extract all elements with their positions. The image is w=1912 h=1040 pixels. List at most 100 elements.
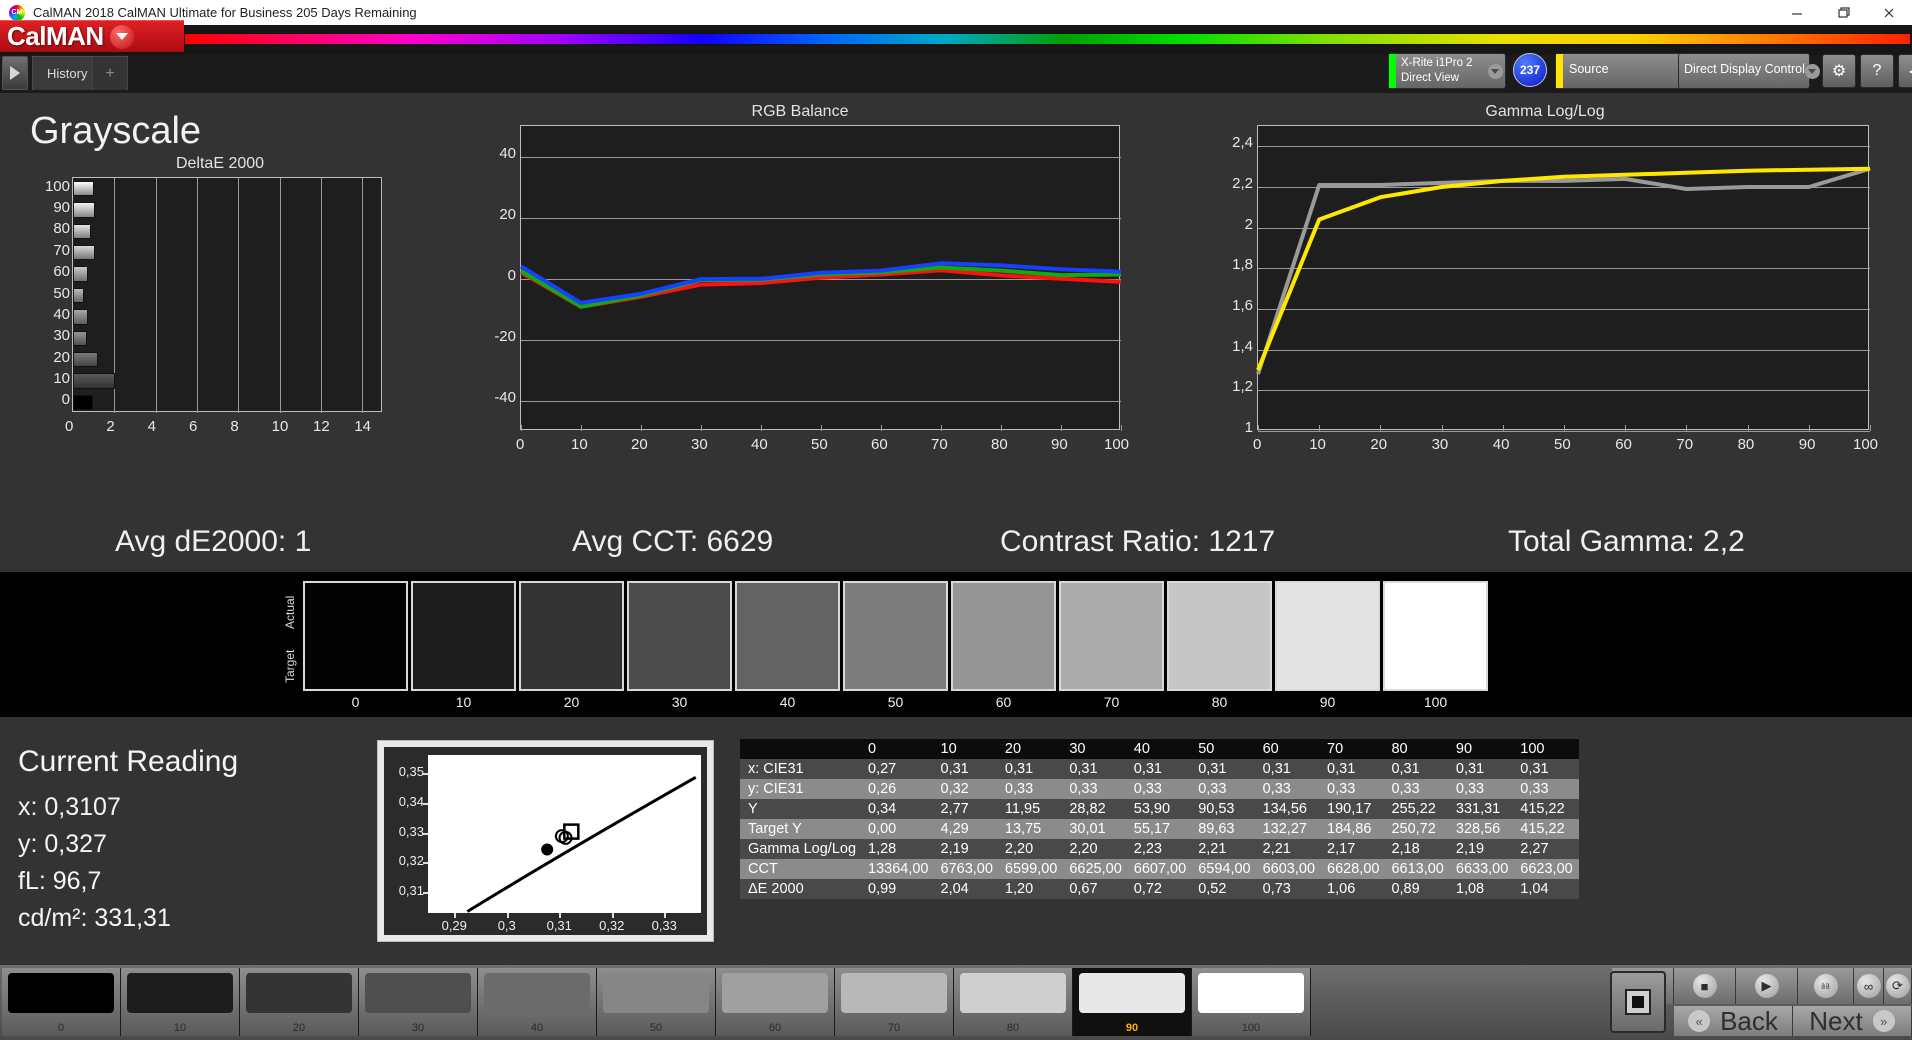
cie-x-tick-mark [454, 913, 457, 918]
brand-name: CalMAN [7, 21, 104, 51]
help-button[interactable]: ? [1860, 54, 1894, 88]
table-cell: 6603,00 [1262, 861, 1316, 877]
table-row: Gamma Log/Log 1,28 2,19 2,20 2,20 2,23 2,21 2,2… [740, 839, 1579, 859]
bottom-patch-0[interactable]: 0 [2, 968, 121, 1036]
bottom-patch-10[interactable]: 10 [121, 968, 240, 1036]
play-button[interactable]: ▶ [1736, 968, 1798, 1004]
x-axis-tick: 70 [931, 436, 948, 453]
metric-avg-de2000: Avg dE2000: 1 [115, 525, 312, 558]
bottom-patch-swatch-20 [246, 973, 352, 1013]
bottom-patch-label-10: 10 [173, 1022, 187, 1034]
bottom-patch-swatch-10 [127, 973, 233, 1013]
window-title: CalMAN 2018 CalMAN Ultimate for Business… [33, 5, 417, 20]
x-tick-mark [1121, 425, 1122, 431]
y-axis-tick: 1,6 [1232, 297, 1253, 314]
bottom-patch-90[interactable]: 90 [1073, 968, 1192, 1036]
bar-level-60 [73, 266, 89, 282]
maximize-icon[interactable] [1820, 0, 1866, 25]
chevron-down-icon[interactable] [1804, 54, 1820, 88]
patch-40 [735, 581, 840, 691]
c-gam-plot-area [1256, 125, 1871, 432]
y-axis-tick: 100 [44, 177, 70, 195]
calman-logo[interactable]: CalMAN [0, 20, 184, 52]
table-cell: 0,73 [1262, 881, 1291, 897]
pattern-window-button[interactable] [1610, 971, 1666, 1033]
gridline [362, 178, 364, 413]
window-title-bar: CM CalMAN 2018 CalMAN Ultimate for Busin… [0, 0, 1912, 25]
y-axis-tick: 2 [1244, 215, 1253, 233]
add-tab-button[interactable]: + [92, 56, 128, 90]
bar-level-0 [73, 394, 94, 410]
cie-chromaticity-chart: 0,35 0,34 0,33 0,32 0,31 0,29 0,3 0,31 0,32 0,33 [377, 740, 714, 942]
table-col-header-50: 50 [1192, 739, 1257, 759]
table-row-label: CCT [748, 861, 778, 877]
table-cell: 89,63 [1198, 821, 1235, 837]
table-cell: 2,18 [1391, 841, 1420, 857]
chevron-down-icon[interactable] [109, 24, 134, 49]
x-axis-tick: 12 [313, 418, 330, 435]
close-icon[interactable] [1866, 0, 1912, 25]
stop-button[interactable]: ■ [1674, 968, 1736, 1004]
collapse-button[interactable]: ◀ [1898, 54, 1912, 88]
settings-button[interactable]: ⚙ [1822, 54, 1856, 88]
table-cell: 6763,00 [940, 861, 993, 877]
cie-x-tick: 0,3 [497, 918, 516, 933]
x-axis-tick: 60 [871, 436, 888, 453]
strip-target-label: Target [283, 649, 297, 683]
session-count-value: 237 [1513, 53, 1547, 87]
y-axis-tick: 1,8 [1232, 256, 1253, 274]
table-cell: 6599,00 [1004, 861, 1058, 877]
meter-selector[interactable]: X-Rite i1Pro 2 Direct View [1388, 53, 1506, 89]
meter-button[interactable]: ⎂ [1798, 968, 1854, 1004]
y-axis-tick: 60 [53, 263, 70, 281]
next-button[interactable]: Next » [1793, 1006, 1912, 1036]
y-axis-tick: -20 [494, 327, 516, 345]
patch-label-10: 10 [455, 694, 472, 710]
back-label: Back [1720, 1005, 1778, 1036]
refresh-button[interactable]: ⟳ [1884, 968, 1912, 1004]
table-cell: 4,29 [940, 821, 969, 837]
bottom-patch-40[interactable]: 40 [478, 968, 597, 1036]
bottom-patch-70[interactable]: 70 [835, 968, 954, 1036]
x-axis-tick: 20 [631, 436, 648, 453]
back-button[interactable]: « Back [1674, 1006, 1793, 1036]
bottom-patch-50[interactable]: 50 [597, 968, 716, 1036]
x-axis-tick: 0 [65, 418, 74, 435]
table-row: Y 0,34 2,77 11,95 28,82 53,90 90,53 134,56 190,1… [740, 799, 1579, 819]
minimize-icon[interactable] [1774, 0, 1820, 25]
chart-delta-e-2000: DeltaE 2000 0 2 4 6 8 10 12 14 0 10 20 30 40 50 60 70 80… [30, 155, 410, 485]
filled-dot-marker [541, 843, 554, 856]
link-button[interactable]: ∞ [1854, 968, 1884, 1004]
table-cell: 0,31 [1327, 761, 1356, 777]
metric-avg-cct: Avg CCT: 6629 [572, 525, 774, 558]
patch-50 [843, 581, 948, 691]
bottom-patch-100[interactable]: 100 [1192, 968, 1311, 1036]
x-axis-tick: 80 [991, 436, 1008, 453]
bottom-patch-label-60: 60 [768, 1022, 782, 1034]
table-cell: 255,22 [1391, 801, 1436, 817]
play-arrow-icon[interactable] [2, 56, 28, 90]
y-axis-tick: 20 [53, 348, 70, 366]
table-cell: 1,08 [1455, 881, 1485, 897]
table-cell: 184,86 [1327, 821, 1372, 837]
c-rgb-plot-area [519, 125, 1122, 431]
y-axis-tick: 1,4 [1232, 337, 1253, 355]
chart-title: Gamma Log/Log [1485, 103, 1605, 120]
chevron-down-icon[interactable] [1485, 54, 1505, 88]
metric-total-gamma: Total Gamma: 2,2 [1508, 525, 1745, 558]
table-cell: 0,67 [1069, 881, 1098, 897]
bottom-patch-80[interactable]: 80 [954, 968, 1073, 1036]
table-cell: 2,77 [940, 801, 969, 817]
gridline [197, 178, 198, 413]
x-axis-tick: 60 [1615, 436, 1632, 453]
patch-comparison-strip: Actual Target 0 10 20 30 40 50 60 70 80 90 100 [0, 572, 1912, 717]
pattern-window-icon [1625, 989, 1651, 1015]
bottom-patch-20[interactable]: 20 [240, 968, 359, 1036]
session-count-badge[interactable]: 237 [1513, 53, 1549, 89]
c-rgb-series [519, 261, 1122, 309]
display-control-selector[interactable]: Direct Display Control [1678, 53, 1820, 89]
bar-level-100 [73, 180, 95, 197]
bottom-patch-60[interactable]: 60 [716, 968, 835, 1036]
bottom-patch-30[interactable]: 30 [359, 968, 478, 1036]
series-blue [519, 261, 1122, 305]
